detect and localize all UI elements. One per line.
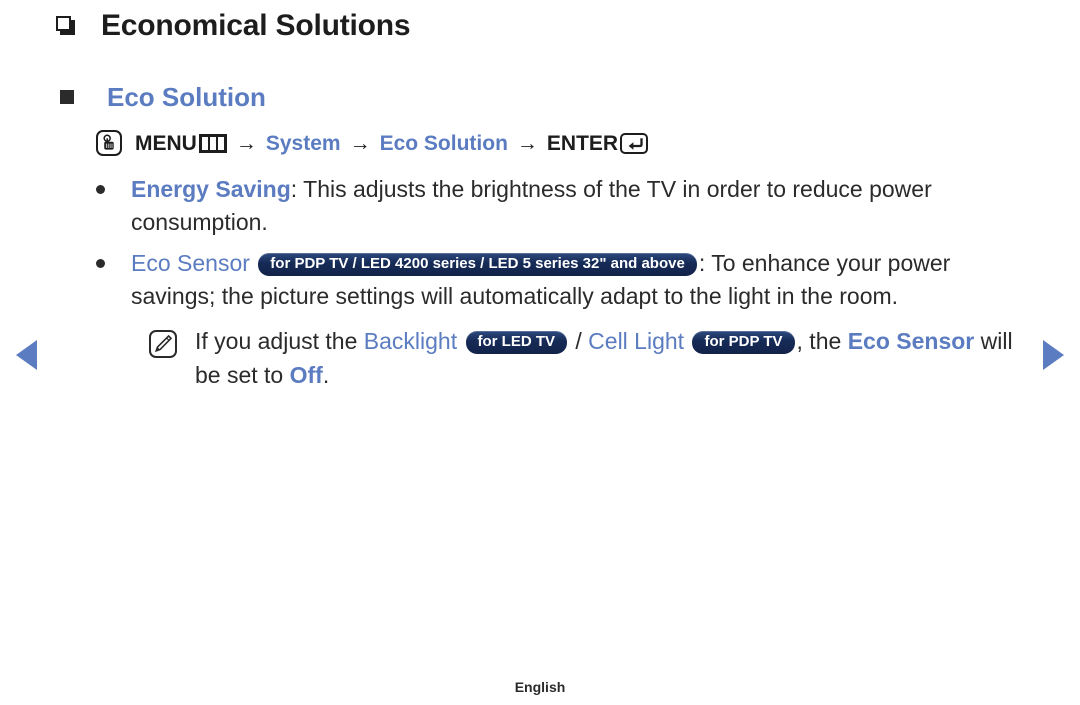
enter-return-icon <box>620 132 649 154</box>
page-title-row: Economical Solutions <box>56 9 411 42</box>
note-off-value: Off <box>289 362 323 388</box>
page-title: Economical Solutions <box>101 9 411 42</box>
bullet-dot-icon <box>96 185 105 194</box>
menu-grid-icon <box>198 133 227 153</box>
energy-saving-separator: : <box>290 176 304 202</box>
energy-saving-term: Energy Saving <box>131 176 291 202</box>
section-heading: Eco Solution <box>107 82 266 112</box>
content-area: MENU → System → Eco Solution → ENTER Ene… <box>96 130 1031 392</box>
status-badge-pdp-tv: for PDP TV <box>692 331 795 354</box>
note-text: If you adjust the Backlight for LED TV /… <box>195 324 1031 392</box>
oo-hand-icon <box>96 130 122 156</box>
menu-path-system: System <box>265 131 341 155</box>
bullet-dot-icon <box>96 259 105 268</box>
title-square-bullet-icon <box>56 16 76 36</box>
section-square-bullet-icon <box>60 90 74 104</box>
previous-page-arrow[interactable] <box>16 340 37 370</box>
enter-label: ENTER <box>546 131 619 155</box>
note-backlight-term: Backlight <box>363 328 458 354</box>
path-arrow-3: → <box>516 131 538 155</box>
list-item: Eco Sensor for PDP TV / LED 4200 series … <box>96 247 1031 313</box>
next-page-arrow[interactable] <box>1043 340 1064 370</box>
path-arrow-1: → <box>235 131 257 155</box>
note-part-2: , the <box>796 328 848 354</box>
note-pencil-icon <box>149 330 177 358</box>
footer-language-label: English <box>514 679 566 695</box>
note-eco-sensor-term: Eco Sensor <box>847 328 975 354</box>
note-slash: / <box>569 328 589 354</box>
eco-sensor-paragraph: Eco Sensor for PDP TV / LED 4200 series … <box>131 247 1031 313</box>
status-badge-model-support: for PDP TV / LED 4200 series / LED 5 ser… <box>258 253 697 276</box>
eco-sensor-separator: : <box>698 250 712 276</box>
eco-sensor-term: Eco Sensor <box>131 250 250 276</box>
menu-path-eco-solution: Eco Solution <box>379 131 508 155</box>
note-part-1: If you adjust the <box>195 328 364 354</box>
status-badge-led-tv: for LED TV <box>465 331 567 354</box>
menu-path-breadcrumb: MENU → System → Eco Solution → ENTER <box>96 130 1031 156</box>
path-arrow-2: → <box>349 131 371 155</box>
section-heading-row: Eco Solution <box>60 84 266 110</box>
note-cell-light-term: Cell Light <box>588 328 685 354</box>
note-part-4: . <box>322 362 330 388</box>
manual-page: Economical Solutions Eco Solution MENU →… <box>0 0 1080 705</box>
bullet-list: Energy Saving: This adjusts the brightne… <box>96 173 1031 392</box>
energy-saving-paragraph: Energy Saving: This adjusts the brightne… <box>131 173 1031 239</box>
menu-label: MENU <box>135 131 197 155</box>
note-block: If you adjust the Backlight for LED TV /… <box>149 324 1031 392</box>
list-item: Energy Saving: This adjusts the brightne… <box>96 173 1031 239</box>
